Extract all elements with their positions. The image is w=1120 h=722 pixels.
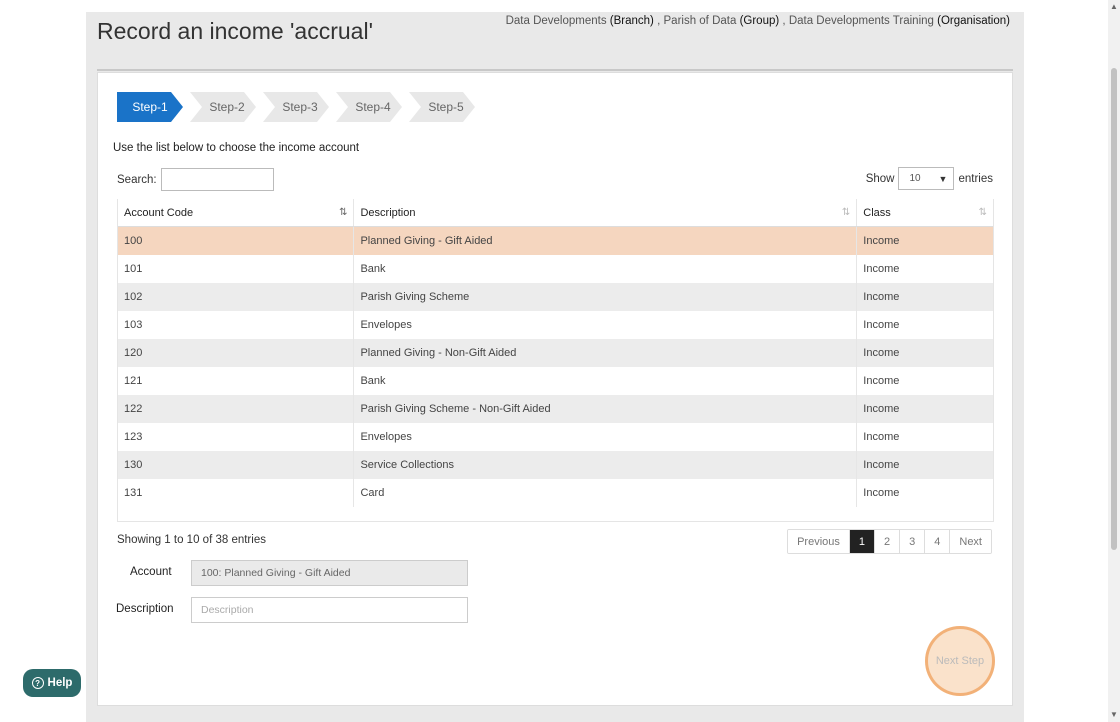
account-code-cell: 103 bbox=[118, 311, 355, 339]
help-button[interactable]: ? Help bbox=[23, 669, 81, 697]
branch-name[interactable]: Data Developments bbox=[506, 15, 607, 27]
accounts-table: Account Code ⇅ Description ⇅ Class ⇅ 100… bbox=[117, 199, 994, 522]
page-4-button[interactable]: 4 bbox=[925, 530, 951, 553]
organisation-name[interactable]: Data Developments Training bbox=[789, 15, 934, 27]
table-row[interactable]: 103 Envelopes Income bbox=[118, 311, 993, 339]
account-code-cell: 101 bbox=[118, 255, 355, 283]
wizard-panel: Step-1 Step-2 Step-3 Step-4 Step-5 Use t… bbox=[97, 72, 1013, 706]
step-wizard: Step-1 Step-2 Step-3 Step-4 Step-5 bbox=[117, 92, 482, 122]
account-code-cell: 123 bbox=[118, 423, 355, 451]
breadcrumb-separator: , bbox=[657, 15, 661, 27]
organisation-breadcrumb: Data Developments (Branch) , Parish of D… bbox=[506, 15, 1010, 27]
next-page-button[interactable]: Next bbox=[950, 530, 991, 553]
previous-page-button[interactable]: Previous bbox=[788, 530, 850, 553]
class-cell: Income bbox=[863, 459, 900, 471]
column-header-description[interactable]: Description ⇅ bbox=[354, 199, 858, 226]
sort-ascending-icon: ⇅ bbox=[339, 207, 348, 218]
table-row[interactable]: 102 Parish Giving Scheme Income bbox=[118, 283, 993, 311]
description-cell: Parish Giving Scheme bbox=[354, 283, 858, 311]
table-row[interactable]: 121 Bank Income bbox=[118, 367, 993, 395]
class-cell: Income bbox=[863, 291, 900, 303]
column-header-class[interactable]: Class ⇅ bbox=[857, 199, 993, 226]
chevron-down-icon: ▼ bbox=[938, 173, 948, 184]
class-cell: Income bbox=[863, 235, 900, 247]
column-header-account-code[interactable]: Account Code ⇅ bbox=[118, 199, 355, 226]
scroll-thumb[interactable] bbox=[1111, 68, 1117, 550]
page-1-button[interactable]: 1 bbox=[849, 530, 875, 553]
step-5-tab[interactable]: Step-5 bbox=[409, 92, 475, 122]
description-cell: Planned Giving - Gift Aided bbox=[354, 227, 858, 255]
step-4-tab[interactable]: Step-4 bbox=[336, 92, 402, 122]
account-code-cell: 130 bbox=[118, 451, 355, 479]
group-name[interactable]: Parish of Data bbox=[664, 15, 737, 27]
class-cell: Income bbox=[863, 319, 900, 331]
branch-type: (Branch) bbox=[609, 15, 654, 27]
page-title: Record an income 'accrual' bbox=[97, 18, 373, 44]
class-cell: Income bbox=[863, 263, 900, 275]
page-length-control: Show 10 ▼ entries bbox=[866, 167, 993, 190]
class-cell: Income bbox=[863, 487, 900, 499]
table-row[interactable]: 101 Bank Income bbox=[118, 255, 993, 283]
title-divider bbox=[97, 69, 1013, 71]
show-label: Show bbox=[865, 172, 895, 185]
class-cell: Income bbox=[863, 403, 900, 415]
description-cell: Bank bbox=[354, 367, 858, 395]
account-code-cell: 100 bbox=[118, 227, 355, 255]
help-label: Help bbox=[47, 677, 73, 689]
organisation-type: (Organisation) bbox=[937, 15, 1010, 27]
account-code-cell: 102 bbox=[118, 283, 355, 311]
account-code-cell: 121 bbox=[118, 367, 355, 395]
table-row[interactable]: 120 Planned Giving - Non-Gift Aided Inco… bbox=[118, 339, 993, 367]
page-length-value: 10 bbox=[909, 173, 921, 184]
next-step-button[interactable]: Next Step bbox=[925, 626, 995, 696]
search-control: Search: bbox=[117, 168, 274, 191]
column-label: Description bbox=[360, 206, 416, 219]
search-input[interactable] bbox=[160, 168, 274, 191]
step-2-tab[interactable]: Step-2 bbox=[190, 92, 256, 122]
table-row[interactable]: 122 Parish Giving Scheme - Non-Gift Aide… bbox=[118, 395, 993, 423]
instruction-text: Use the list below to choose the income … bbox=[113, 142, 360, 154]
table-row[interactable]: 131 Card Income bbox=[118, 479, 993, 507]
group-type: (Group) bbox=[739, 15, 780, 27]
question-icon: ? bbox=[31, 677, 44, 689]
table-header: Account Code ⇅ Description ⇅ Class ⇅ bbox=[118, 199, 993, 227]
description-cell: Planned Giving - Non-Gift Aided bbox=[354, 339, 858, 367]
description-cell: Card bbox=[354, 479, 858, 507]
pagination: Previous 1 2 3 4 Next bbox=[787, 529, 992, 554]
search-label: Search: bbox=[117, 173, 157, 186]
sort-icon: ⇅ bbox=[978, 207, 987, 218]
table-row[interactable]: 130 Service Collections Income bbox=[118, 451, 993, 479]
class-cell: Income bbox=[863, 347, 900, 359]
column-label: Class bbox=[863, 206, 891, 219]
table-row[interactable]: 123 Envelopes Income bbox=[118, 423, 993, 451]
description-label: Description bbox=[116, 603, 174, 615]
step-3-tab[interactable]: Step-3 bbox=[263, 92, 329, 122]
step-1-tab[interactable]: Step-1 bbox=[117, 92, 183, 122]
page-3-button[interactable]: 3 bbox=[900, 530, 926, 553]
scroll-down-icon[interactable]: ▼ bbox=[1110, 710, 1118, 719]
sort-icon: ⇅ bbox=[841, 207, 851, 218]
description-cell: Parish Giving Scheme - Non-Gift Aided bbox=[354, 395, 858, 423]
class-cell: Income bbox=[863, 375, 900, 387]
table-row[interactable]: 100 Planned Giving - Gift Aided Income bbox=[118, 227, 993, 255]
account-code-cell: 131 bbox=[118, 479, 355, 507]
description-field[interactable]: Description bbox=[191, 597, 468, 623]
breadcrumb-separator: , bbox=[782, 15, 786, 27]
account-label: Account bbox=[130, 566, 172, 578]
account-code-cell: 120 bbox=[118, 339, 355, 367]
page-length-select[interactable]: 10 ▼ bbox=[898, 167, 955, 190]
entries-label: entries bbox=[958, 172, 993, 185]
page-scrollbar[interactable]: ▲ ▼ bbox=[1108, 0, 1120, 722]
table-info: Showing 1 to 10 of 38 entries bbox=[117, 534, 266, 546]
description-cell: Envelopes bbox=[354, 423, 858, 451]
description-cell: Envelopes bbox=[354, 311, 858, 339]
column-label: Account Code bbox=[124, 206, 194, 219]
scroll-up-icon[interactable]: ▲ bbox=[1110, 2, 1118, 11]
account-code-cell: 122 bbox=[118, 395, 355, 423]
description-cell: Bank bbox=[354, 255, 858, 283]
class-cell: Income bbox=[863, 431, 900, 443]
account-field: 100: Planned Giving - Gift Aided bbox=[191, 560, 468, 586]
page-2-button[interactable]: 2 bbox=[875, 530, 901, 553]
description-cell: Service Collections bbox=[354, 451, 858, 479]
